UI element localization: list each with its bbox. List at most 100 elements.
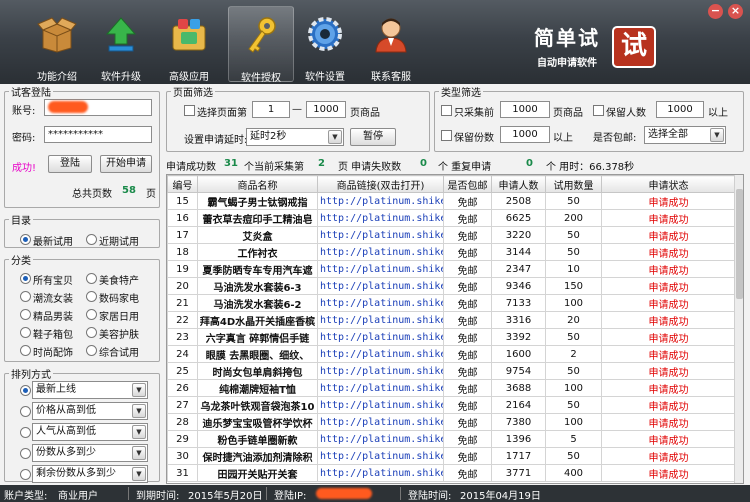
cell-link[interactable]: http://platinum.shikee.co [317, 464, 444, 482]
table-scrollbar-thumb[interactable] [736, 189, 743, 299]
sort-option-remaining[interactable]: 剩余份数从多到少 ▼ [32, 465, 148, 483]
keep-share-checkbox[interactable] [441, 130, 452, 141]
radio-category-women[interactable] [20, 291, 31, 302]
sort-option-newest[interactable]: 最新上线 ▼ [32, 381, 148, 399]
cell-link[interactable]: http://platinum.shikee.co [317, 311, 444, 329]
sort-option-shares[interactable]: 份数从多到少 ▼ [32, 444, 148, 462]
cell-link[interactable]: http://platinum.shikee.co [317, 362, 444, 380]
col-header-link[interactable]: 商品链接(双击打开) [317, 175, 444, 193]
col-header-shipping[interactable]: 是否包邮 [443, 175, 492, 193]
radio-sort-shares[interactable] [20, 448, 31, 459]
cell-link[interactable]: http://platinum.shikee.co [317, 277, 444, 295]
cell-link[interactable]: http://platinum.shikee.co [317, 294, 444, 312]
keep-share-input[interactable]: 1000 [500, 126, 550, 143]
cell-link[interactable]: http://platinum.shikee.co [317, 345, 444, 363]
keep-people-checkbox[interactable] [593, 105, 604, 116]
radio-recent-trial[interactable] [86, 234, 97, 245]
start-apply-button[interactable]: 开始申请 [100, 155, 152, 173]
table-row[interactable]: 20马油洗发水套装6-3http://platinum.shikee.co免邮9… [167, 277, 736, 295]
table-row[interactable]: 27乌龙茶叶铁观音袋泡茶10http://platinum.shikee.co免… [167, 396, 736, 414]
table-row[interactable]: 29粉色手链单圈新款http://platinum.shikee.co免邮139… [167, 430, 736, 448]
only-collect-checkbox[interactable] [441, 105, 452, 116]
table-row[interactable]: 21马油洗发水套装6-2http://platinum.shikee.co免邮7… [167, 294, 736, 312]
cell-link[interactable]: http://platinum.shikee.co [317, 447, 444, 465]
radio-category-general[interactable] [86, 345, 97, 356]
cell-link[interactable]: http://platinum.shikee.co [317, 226, 444, 244]
cell-link[interactable]: http://platinum.shikee.co [317, 413, 444, 431]
table-row[interactable]: 23六字真言 碎郭情侣手链http://platinum.shikee.co免邮… [167, 328, 736, 346]
cell-name: 保时捷汽油添加剂清除积 [197, 447, 318, 465]
select-page-checkbox[interactable] [184, 105, 195, 116]
toolbar-item-license[interactable]: 软件授权 [228, 6, 294, 84]
account-type-label: 账户类型: [4, 491, 48, 502]
table-row[interactable]: 17艾炎盒http://platinum.shikee.co免邮322050申请… [167, 226, 736, 244]
results-table[interactable]: 编号 商品名称 商品链接(双击打开) 是否包邮 申请人数 试用数量 申请状态 1… [166, 174, 744, 484]
minimize-button[interactable]: − [708, 4, 723, 19]
table-row[interactable]: 22拜高4D水晶开关插座香槟http://platinum.shikee.co免… [167, 311, 736, 329]
password-input[interactable]: *********** [44, 126, 152, 143]
col-header-applicants[interactable]: 申请人数 [491, 175, 546, 193]
table-row[interactable]: 24眼膜 去黑眼圈、细纹、http://platinum.shikee.co免邮… [167, 345, 736, 363]
radio-category-digital[interactable] [86, 291, 97, 302]
radio-category-food[interactable] [86, 273, 97, 284]
pages-unit: 页 [146, 189, 156, 200]
cell-link[interactable]: http://platinum.shikee.co [317, 396, 444, 414]
table-scrollbar[interactable] [734, 175, 743, 483]
only-collect-unit: 页商品 [553, 108, 583, 119]
radio-latest-trial[interactable] [20, 234, 31, 245]
only-collect-input[interactable]: 1000 [500, 101, 550, 118]
sort-option-popularity[interactable]: 人气从高到低 ▼ [32, 423, 148, 441]
toolbar-item-settings[interactable]: 软件设置 [292, 6, 358, 83]
radio-category-accessories[interactable] [20, 345, 31, 356]
page-from-input[interactable]: 1 [252, 101, 290, 118]
table-row[interactable]: 19夏季防晒专车专用汽车遮http://platinum.shikee.co免邮… [167, 260, 736, 278]
close-button[interactable]: × [728, 4, 743, 19]
keep-people-input[interactable]: 1000 [656, 101, 704, 118]
col-header-status[interactable]: 申请状态 [601, 175, 736, 193]
table-row[interactable]: 16蕾衣草去痘印手工精油皂http://platinum.shikee.co免邮… [167, 209, 736, 227]
toolbar-item-intro[interactable]: 功能介绍 [24, 6, 90, 83]
radio-category-beauty[interactable] [86, 327, 97, 338]
radio-sort-popularity[interactable] [20, 427, 31, 438]
cell-link[interactable]: http://platinum.shikee.co [317, 260, 444, 278]
table-row[interactable]: 30保时捷汽油添加剂清除积http://platinum.shikee.co免邮… [167, 447, 736, 465]
toolbar-item-upgrade[interactable]: 软件升级 [88, 6, 154, 83]
pause-button[interactable]: 暂停 [350, 128, 396, 146]
cell-status: 申请成功 [601, 447, 736, 465]
toolbar-item-advanced[interactable]: 高级应用 [156, 6, 222, 83]
radio-category-men[interactable] [20, 309, 31, 320]
cell-link[interactable]: http://platinum.shikee.co [317, 430, 444, 448]
cell-id: 27 [167, 396, 198, 414]
cell-name: 马油洗发水套装6-3 [197, 277, 318, 295]
free-ship-select[interactable]: 选择全部 ▼ [644, 126, 726, 144]
cell-status: 申请成功 [601, 260, 736, 278]
radio-category-bags[interactable] [20, 327, 31, 338]
table-row[interactable]: 26纯棉潮牌短袖T恤http://platinum.shikee.co免邮368… [167, 379, 736, 397]
toolbar-item-support[interactable]: 联系客服 [358, 6, 424, 83]
radio-sort-price[interactable] [20, 406, 31, 417]
cell-quantity: 20 [545, 311, 602, 329]
col-header-name[interactable]: 商品名称 [197, 175, 318, 193]
table-row[interactable]: 31田园开关贴开关套http://platinum.shikee.co免邮377… [167, 464, 736, 482]
table-row[interactable]: 18工作衬衣http://platinum.shikee.co免邮314450申… [167, 243, 736, 261]
cell-link[interactable]: http://platinum.shikee.co [317, 328, 444, 346]
table-row[interactable]: 15霸气蝎子男士钛钢戒指http://platinum.shikee.co免邮2… [167, 192, 736, 210]
login-status: 成功! [12, 163, 37, 174]
cell-link[interactable]: http://platinum.shikee.co [317, 379, 444, 397]
sort-option-price[interactable]: 价格从高到低 ▼ [32, 402, 148, 420]
cell-link[interactable]: http://platinum.shikee.co [317, 192, 444, 210]
table-row[interactable]: 28迪乐梦宝宝吸管杯学饮杯http://platinum.shikee.co免邮… [167, 413, 736, 431]
radio-sort-remaining[interactable] [20, 469, 31, 480]
cell-status: 申请成功 [601, 464, 736, 482]
radio-sort-newest[interactable] [20, 385, 31, 396]
radio-category-home[interactable] [86, 309, 97, 320]
cell-link[interactable]: http://platinum.shikee.co [317, 243, 444, 261]
login-button[interactable]: 登陆 [48, 155, 92, 173]
page-to-input[interactable]: 1000 [306, 101, 346, 118]
col-header-id[interactable]: 编号 [167, 175, 198, 193]
cell-link[interactable]: http://platinum.shikee.co [317, 209, 444, 227]
radio-category-all[interactable] [20, 273, 31, 284]
delay-select[interactable]: 延时2秒 ▼ [246, 128, 344, 146]
col-header-quantity[interactable]: 试用数量 [545, 175, 602, 193]
table-row[interactable]: 25时尚女包单肩斜挎包http://platinum.shikee.co免邮97… [167, 362, 736, 380]
